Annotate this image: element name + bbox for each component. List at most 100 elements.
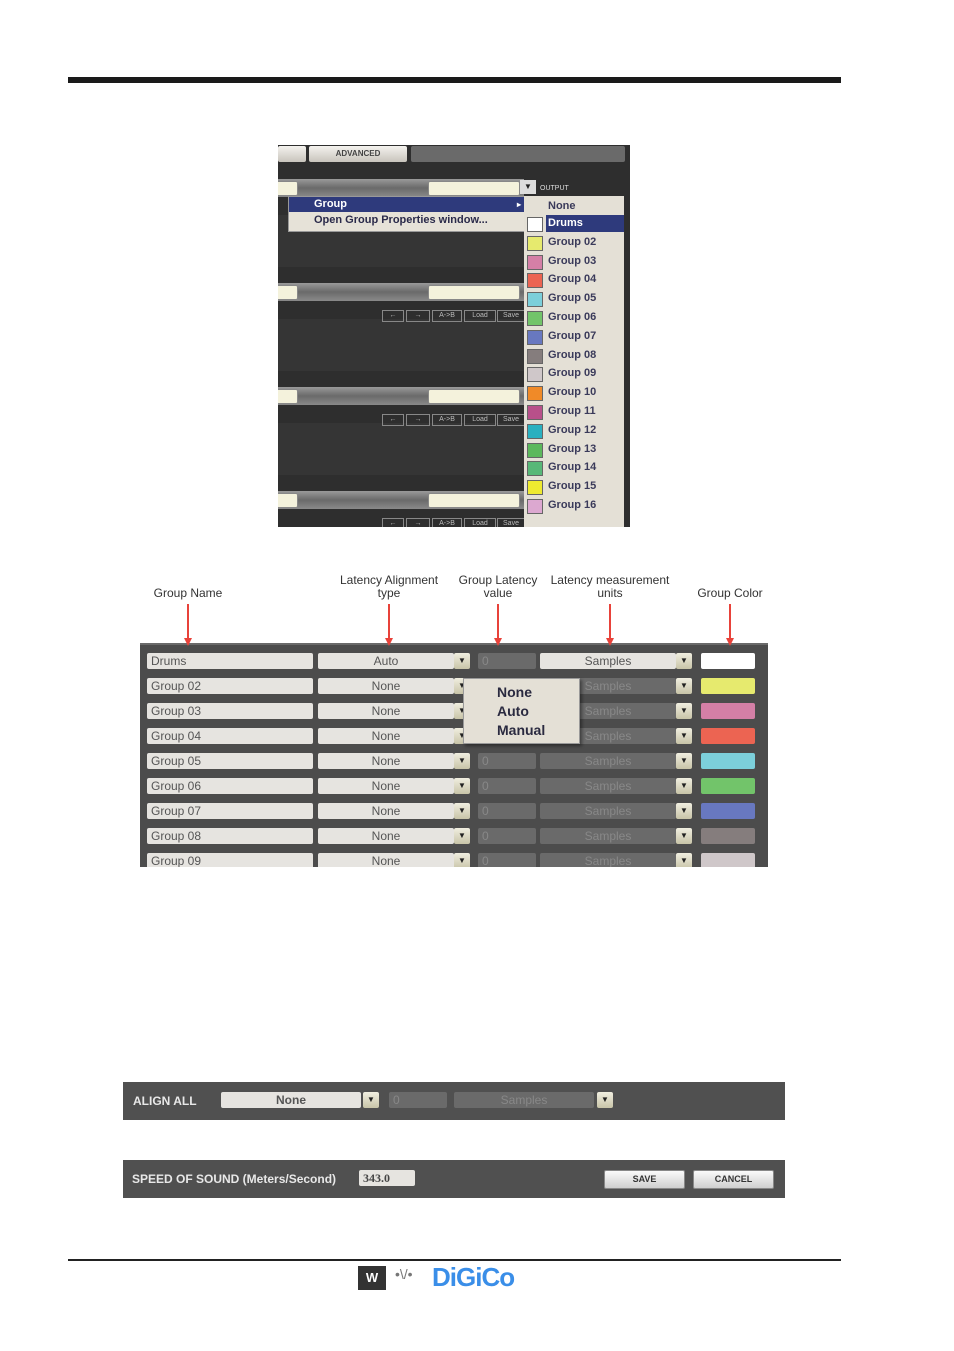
group-field[interactable] xyxy=(428,389,520,404)
chevron-down-icon[interactable]: ▼ xyxy=(676,853,692,867)
group-color-swatch[interactable] xyxy=(701,703,755,719)
group-option[interactable]: Group 03 xyxy=(524,253,624,271)
group-name-field[interactable]: Drums xyxy=(147,653,313,669)
align-all-value-field[interactable]: 0 xyxy=(389,1092,447,1108)
chevron-down-icon[interactable]: ▼ xyxy=(454,653,470,669)
group-color-swatch[interactable] xyxy=(701,753,755,769)
menu-item-open-group-properties[interactable]: Open Group Properties window... xyxy=(289,212,525,228)
group-option[interactable]: Group 10 xyxy=(524,384,624,402)
chevron-down-icon[interactable]: ▼ xyxy=(597,1092,613,1108)
strip-button-0[interactable]: ← xyxy=(382,518,404,527)
chevron-down-icon[interactable]: ▼ xyxy=(454,778,470,794)
group-color-swatch[interactable] xyxy=(701,828,755,844)
tab-partial[interactable] xyxy=(278,146,306,162)
group-color-swatch[interactable] xyxy=(701,803,755,819)
group-option[interactable]: Group 13 xyxy=(524,441,624,459)
group-option[interactable]: Group 16 xyxy=(524,497,624,515)
group-option[interactable]: Group 02 xyxy=(524,234,624,252)
group-option[interactable]: Group 12 xyxy=(524,422,624,440)
group-option[interactable]: Group 14 xyxy=(524,459,624,477)
channel-name-field[interactable] xyxy=(278,389,298,404)
latency-units-select[interactable]: Samples xyxy=(540,828,676,844)
latency-type-select[interactable]: Auto xyxy=(318,653,454,669)
chevron-down-icon[interactable]: ▼ xyxy=(676,828,692,844)
strip-button-3[interactable]: Load xyxy=(464,414,496,426)
group-color-swatch[interactable] xyxy=(701,678,755,694)
chevron-down-icon[interactable]: ▼ xyxy=(676,778,692,794)
menu-item-group[interactable]: Group ▸ xyxy=(289,197,525,212)
cancel-button[interactable]: CANCEL xyxy=(693,1170,774,1189)
chevron-down-icon[interactable]: ▼ xyxy=(676,803,692,819)
strip-button-1[interactable]: → xyxy=(406,518,430,527)
dropdown-option-auto[interactable]: Auto xyxy=(464,702,579,721)
align-all-units-select[interactable]: Samples xyxy=(454,1092,594,1108)
group-color-swatch[interactable] xyxy=(701,653,755,669)
group-option[interactable]: Group 15 xyxy=(524,478,624,496)
group-option[interactable]: Group 06 xyxy=(524,309,624,327)
latency-value-field[interactable]: 0 xyxy=(478,853,536,867)
strip-button-3[interactable]: Load xyxy=(464,518,496,527)
group-field[interactable] xyxy=(428,181,520,196)
speed-of-sound-input[interactable]: 343.0 xyxy=(359,1170,415,1186)
latency-units-select[interactable]: Samples xyxy=(540,778,676,794)
strip-button-4[interactable]: Save xyxy=(497,310,525,322)
latency-type-select[interactable]: None xyxy=(318,803,454,819)
chevron-down-icon[interactable]: ▼ xyxy=(676,653,692,669)
group-name-field[interactable]: Group 04 xyxy=(147,728,313,744)
strip-button-3[interactable]: Load xyxy=(464,310,496,322)
chevron-down-icon[interactable]: ▼ xyxy=(454,753,470,769)
chevron-down-icon[interactable]: ▼ xyxy=(520,180,536,194)
strip-button-2[interactable]: A->B xyxy=(432,414,462,426)
group-name-field[interactable]: Group 05 xyxy=(147,753,313,769)
strip-button-1[interactable]: → xyxy=(406,414,430,426)
group-color-swatch[interactable] xyxy=(701,728,755,744)
latency-type-select[interactable]: None xyxy=(318,778,454,794)
strip-button-4[interactable]: Save xyxy=(497,414,525,426)
strip-button-0[interactable]: ← xyxy=(382,310,404,322)
latency-units-select[interactable]: Samples xyxy=(540,753,676,769)
latency-value-field[interactable]: 0 xyxy=(478,753,536,769)
tab-advanced[interactable]: ADVANCED xyxy=(309,146,407,162)
align-all-type-select[interactable]: None xyxy=(221,1092,361,1108)
channel-name-field[interactable] xyxy=(278,493,298,508)
channel-name-field[interactable] xyxy=(278,181,298,196)
group-name-field[interactable]: Group 08 xyxy=(147,828,313,844)
chevron-down-icon[interactable]: ▼ xyxy=(454,853,470,867)
latency-value-field[interactable]: 0 xyxy=(478,828,536,844)
chevron-down-icon[interactable]: ▼ xyxy=(676,703,692,719)
dropdown-option-none[interactable]: None xyxy=(464,683,579,702)
save-button[interactable]: SAVE xyxy=(604,1170,685,1189)
latency-type-select[interactable]: None xyxy=(318,728,454,744)
strip-button-0[interactable]: ← xyxy=(382,414,404,426)
chevron-down-icon[interactable]: ▼ xyxy=(676,678,692,694)
group-option[interactable]: Group 07 xyxy=(524,328,624,346)
group-field[interactable] xyxy=(428,285,520,300)
strip-button-1[interactable]: → xyxy=(406,310,430,322)
group-option[interactable]: Drums xyxy=(524,215,624,233)
latency-value-field[interactable]: 0 xyxy=(478,778,536,794)
latency-value-field[interactable]: 0 xyxy=(478,653,536,669)
channel-name-field[interactable] xyxy=(278,285,298,300)
group-name-field[interactable]: Group 07 xyxy=(147,803,313,819)
latency-type-select[interactable]: None xyxy=(318,853,454,867)
group-option[interactable]: Group 11 xyxy=(524,403,624,421)
chevron-down-icon[interactable]: ▼ xyxy=(676,728,692,744)
latency-type-select[interactable]: None xyxy=(318,678,454,694)
group-option[interactable]: Group 04 xyxy=(524,271,624,289)
group-option[interactable]: None xyxy=(524,198,624,216)
dropdown-option-manual[interactable]: Manual xyxy=(464,721,579,740)
latency-type-select[interactable]: None xyxy=(318,703,454,719)
group-color-swatch[interactable] xyxy=(701,853,755,867)
group-field[interactable] xyxy=(428,493,520,508)
group-name-field[interactable]: Group 06 xyxy=(147,778,313,794)
strip-button-4[interactable]: Save xyxy=(497,518,525,527)
group-option[interactable]: Group 05 xyxy=(524,290,624,308)
strip-button-2[interactable]: A->B xyxy=(432,518,462,527)
group-name-field[interactable]: Group 09 xyxy=(147,853,313,867)
group-option[interactable]: Group 09 xyxy=(524,365,624,383)
latency-units-select[interactable]: Samples xyxy=(540,653,676,669)
latency-units-select[interactable]: Samples xyxy=(540,853,676,867)
chevron-down-icon[interactable]: ▼ xyxy=(454,828,470,844)
group-color-swatch[interactable] xyxy=(701,778,755,794)
latency-type-select[interactable]: None xyxy=(318,753,454,769)
